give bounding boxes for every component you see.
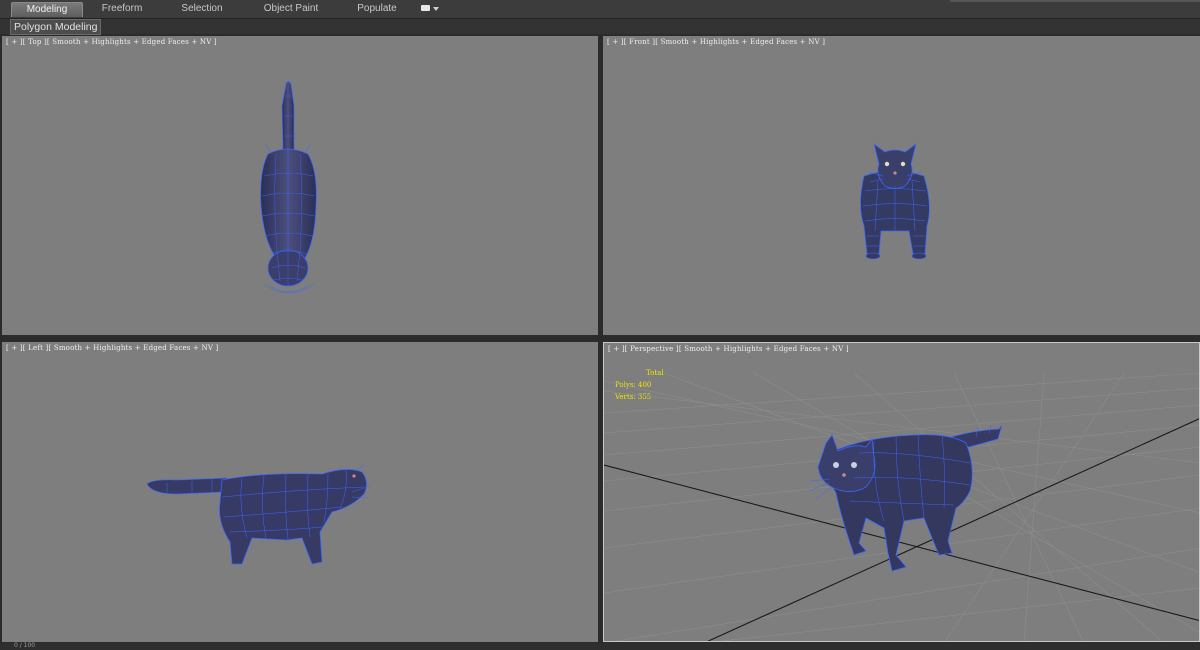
chevron-down-icon: [433, 7, 439, 11]
viewport-left[interactable]: [ + ][ Left ][ Smooth + Highlights + Edg…: [2, 342, 598, 642]
cat-mesh-front-view: [860, 143, 930, 260]
viewport-perspective[interactable]: [ + ][ Perspective ][ Smooth + Highlight…: [603, 342, 1200, 642]
ribbon-panel-bar: Polygon Modeling: [0, 19, 1200, 35]
cat-mesh-top-view: [260, 81, 317, 294]
tab-modeling[interactable]: Modeling: [11, 2, 83, 17]
perspective-scene: [604, 372, 1199, 641]
ribbon-options-dropdown[interactable]: [421, 4, 439, 14]
cat-mesh-left-view: [146, 464, 371, 565]
ribbon-toggle-icon: [421, 5, 430, 11]
polygon-modeling-panel-toggle[interactable]: Polygon Modeling: [10, 19, 102, 35]
cat-mesh-perspective: [808, 424, 1003, 572]
frame-counter: 0 / 100: [14, 642, 36, 649]
ribbon-tabs: Modeling Freeform Selection Object Paint…: [0, 0, 1200, 19]
ribbon-divider: [950, 0, 1200, 2]
tab-populate[interactable]: Populate: [347, 2, 407, 16]
timeline-strip[interactable]: 0 / 100: [0, 642, 1200, 650]
tab-selection[interactable]: Selection: [170, 2, 234, 16]
viewport-front[interactable]: [ + ][ Front ][ Smooth + Highlights + Ed…: [603, 36, 1200, 335]
tab-freeform[interactable]: Freeform: [90, 2, 154, 16]
tab-object-paint[interactable]: Object Paint: [254, 2, 328, 16]
viewport-top[interactable]: [ + ][ Top ][ Smooth + Highlights + Edge…: [2, 36, 598, 335]
